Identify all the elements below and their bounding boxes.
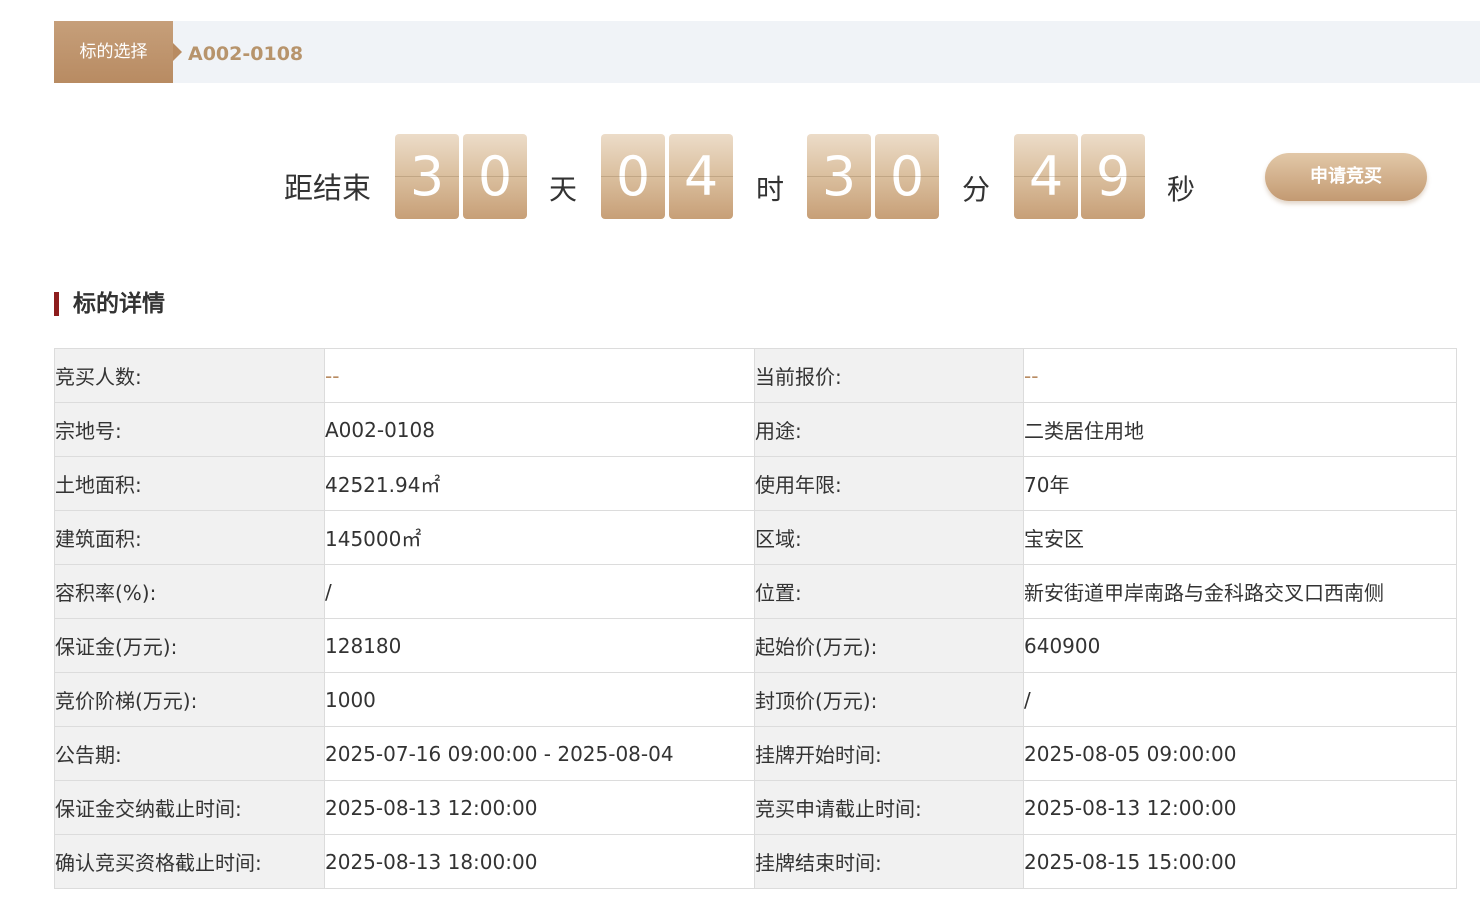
countdown-day-digit: 3: [395, 134, 459, 219]
detail-value: 2025-08-13 18:00:00: [324, 834, 755, 889]
table-row: 保证金交纳截止时间: 2025-08-13 12:00:00 竞买申请截止时间: 20…: [54, 780, 1457, 835]
breadcrumb: 标的选择 A002-0108: [54, 21, 1480, 83]
detail-label: 容积率(%):: [54, 564, 325, 619]
table-row: 建筑面积: 145000㎡ 区域: 宝安区: [54, 510, 1457, 565]
detail-value: /: [324, 564, 755, 619]
breadcrumb-current: A002-0108: [188, 43, 304, 65]
detail-label: 公告期:: [54, 726, 325, 781]
countdown-day-unit: 天: [549, 173, 578, 206]
detail-value: 145000㎡: [324, 510, 755, 565]
detail-value: 1000: [324, 672, 755, 727]
detail-value: 2025-08-05 09:00:00: [1023, 726, 1457, 781]
section-title: 标的详情: [73, 291, 165, 317]
detail-value: --: [324, 348, 755, 403]
table-row: 确认竞买资格截止时间: 2025-08-13 18:00:00 挂牌结束时间: 202…: [54, 834, 1457, 889]
detail-label: 使用年限:: [754, 456, 1024, 511]
detail-value: A002-0108: [324, 402, 755, 457]
table-row: 土地面积: 42521.94㎡ 使用年限: 70年: [54, 456, 1457, 511]
countdown-hour-digit: 4: [669, 134, 733, 219]
countdown-second-unit: 秒: [1167, 173, 1196, 206]
detail-label: 挂牌结束时间:: [754, 834, 1024, 889]
breadcrumb-tag[interactable]: 标的选择: [54, 21, 173, 83]
detail-value: 640900: [1023, 618, 1457, 673]
detail-label: 起始价(万元):: [754, 618, 1024, 673]
detail-value: --: [1023, 348, 1457, 403]
detail-label: 土地面积:: [54, 456, 325, 511]
detail-label: 用途:: [754, 402, 1024, 457]
apply-bid-button[interactable]: 申请竞买: [1265, 153, 1427, 201]
detail-value: 宝安区: [1023, 510, 1457, 565]
countdown-day-digit: 0: [463, 134, 527, 219]
detail-value: 2025-07-16 09:00:00 - 2025-08-04: [324, 726, 755, 781]
detail-value: 2025-08-15 15:00:00: [1023, 834, 1457, 889]
detail-label: 区域:: [754, 510, 1024, 565]
countdown-hour-digit: 0: [601, 134, 665, 219]
countdown-second-digit: 9: [1081, 134, 1145, 219]
table-row: 容积率(%): / 位置: 新安街道甲岸南路与金科路交叉口西南侧: [54, 564, 1457, 619]
breadcrumb-arrow-icon: [173, 43, 182, 61]
countdown-second-digit: 4: [1014, 134, 1078, 219]
detail-label: 挂牌开始时间:: [754, 726, 1024, 781]
detail-label: 当前报价:: [754, 348, 1024, 403]
countdown-minute-digit: 0: [875, 134, 939, 219]
detail-label: 竞买申请截止时间:: [754, 780, 1024, 835]
detail-value: 二类居住用地: [1023, 402, 1457, 457]
detail-table: 竞买人数: -- 当前报价: -- 宗地号: A002-0108 用途: 二类居住用地 土地面积…: [54, 348, 1457, 889]
table-row: 竞买人数: -- 当前报价: --: [54, 348, 1457, 403]
detail-value: 70年: [1023, 456, 1457, 511]
detail-value: /: [1023, 672, 1457, 727]
detail-value: 128180: [324, 618, 755, 673]
countdown-minute-digit: 3: [807, 134, 871, 219]
detail-value: 新安街道甲岸南路与金科路交叉口西南侧: [1023, 564, 1457, 619]
detail-value: 2025-08-13 12:00:00: [1023, 780, 1457, 835]
detail-label: 位置:: [754, 564, 1024, 619]
detail-value: 2025-08-13 12:00:00: [324, 780, 755, 835]
detail-label: 封顶价(万元):: [754, 672, 1024, 727]
detail-label: 竞价阶梯(万元):: [54, 672, 325, 727]
table-row: 宗地号: A002-0108 用途: 二类居住用地: [54, 402, 1457, 457]
detail-label: 建筑面积:: [54, 510, 325, 565]
detail-label: 宗地号:: [54, 402, 325, 457]
countdown-label: 距结束: [284, 171, 372, 205]
section-title-marker: [54, 292, 59, 316]
detail-label: 确认竞买资格截止时间:: [54, 834, 325, 889]
table-row: 竞价阶梯(万元): 1000 封顶价(万元): /: [54, 672, 1457, 727]
countdown-hour-unit: 时: [756, 173, 785, 206]
table-row: 公告期: 2025-07-16 09:00:00 - 2025-08-04 挂牌开始…: [54, 726, 1457, 781]
detail-label: 保证金(万元):: [54, 618, 325, 673]
detail-label: 保证金交纳截止时间:: [54, 780, 325, 835]
countdown-minute-unit: 分: [962, 173, 991, 206]
detail-label: 竞买人数:: [54, 348, 325, 403]
detail-value: 42521.94㎡: [324, 456, 755, 511]
table-row: 保证金(万元): 128180 起始价(万元): 640900: [54, 618, 1457, 673]
